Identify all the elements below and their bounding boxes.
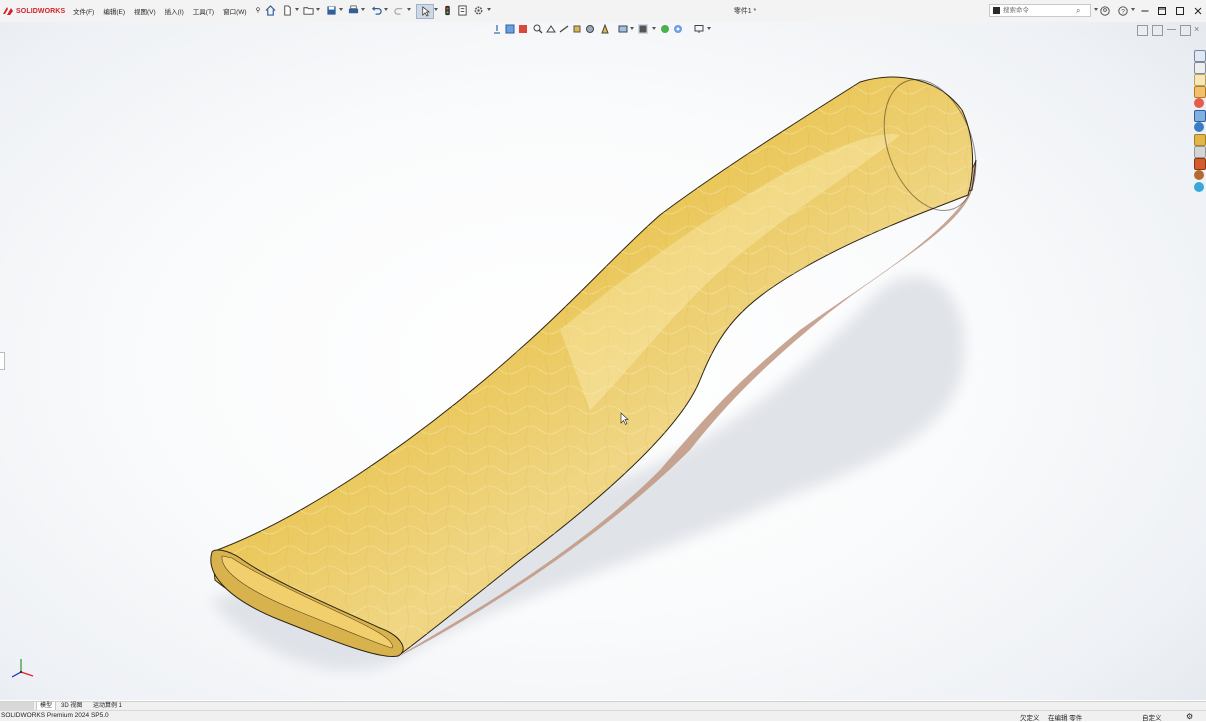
zoom-to-fit-icon[interactable] [492,24,502,34]
view-orientation-icon[interactable] [559,24,569,34]
monitor-icon[interactable] [694,24,704,34]
save-icon[interactable] [325,4,338,17]
rebuild-traffic-light-icon[interactable] [441,4,454,17]
select-dropdown-caret[interactable] [434,8,438,11]
edit-appearance-icon[interactable] [600,24,610,34]
view-settings-dropdown-caret[interactable] [652,27,656,30]
search-icon[interactable]: ⌕ [1076,6,1080,16]
search-commands-box[interactable]: ⌕ [989,4,1091,17]
print-dropdown-caret[interactable] [361,8,365,11]
restore-icon[interactable] [1155,4,1169,18]
toolbox-icon[interactable] [1194,158,1206,170]
file-explorer-icon[interactable] [1194,86,1206,98]
redo-icon[interactable] [393,4,406,17]
units-custom[interactable]: 自定义 [1142,712,1162,722]
apply-scene-icon[interactable] [618,24,628,34]
redo-dropdown-caret[interactable] [407,8,411,11]
menu-window[interactable]: 窗口(W) [223,6,246,16]
menu-insert[interactable]: 插入(I) [165,6,184,16]
custom-properties-icon[interactable] [1194,134,1206,146]
menu-edit[interactable]: 编辑(E) [103,6,125,16]
section-view-icon[interactable] [533,24,543,34]
status-bar: SOLIDWORKS Premium 2024 SP5.0 欠定义 在编辑 零件… [0,710,1206,722]
undo-icon[interactable] [370,4,383,17]
task-pane [1193,46,1206,201]
save-dropdown-caret[interactable] [339,8,343,11]
product-version: SOLIDWORKS Premium 2024 SP5.0 [1,712,109,719]
new-document-icon[interactable] [281,4,294,17]
svg-text:?: ? [1121,9,1125,16]
solidworks-logo[interactable]: SOLIDWORKS [2,5,65,17]
minimize-icon[interactable] [1138,4,1152,18]
home-icon[interactable] [264,4,277,17]
viewport-tile-icon[interactable] [1137,25,1148,36]
feature-manager-collapse-handle[interactable] [0,352,5,370]
display-style-icon[interactable] [572,24,582,34]
brand-text: SOLIDWORKS [16,7,66,15]
menu-tools[interactable]: 工具(T) [193,6,214,16]
realview-icon[interactable] [660,24,670,34]
menu-view[interactable]: 视图(V) [134,6,156,16]
help-icon[interactable]: ? [1116,4,1130,18]
dynamic-annotation-icon[interactable] [546,24,556,34]
home-task-icon[interactable] [1194,50,1206,62]
axis-triad [11,659,34,678]
new-dropdown-caret[interactable] [295,8,299,11]
hide-show-items-icon[interactable] [585,24,595,34]
ds-logo-icon [3,7,13,15]
user-account-icon[interactable] [1098,4,1112,18]
viewport-restore-icon[interactable] [1152,25,1163,36]
open-folder-icon[interactable] [302,4,315,17]
help-dropdown-caret[interactable] [1131,8,1135,11]
viewport-close-icon[interactable]: × [1194,24,1199,34]
scene-dropdown-caret[interactable] [630,27,634,30]
part-model[interactable] [0,22,1206,700]
solidworks-forum-icon[interactable] [1194,122,1204,132]
options-dropdown-caret[interactable] [487,8,491,11]
definition-state: 欠定义 [1020,715,1040,722]
viewport-maximize-icon[interactable] [1180,25,1191,36]
maximize-icon[interactable] [1173,4,1187,18]
undo-dropdown-caret[interactable] [384,8,388,11]
menu-bar: 文件(F) 编辑(E) 视图(V) 插入(I) 工具(T) 窗口(W) ⚲ [73,6,260,16]
open-dropdown-caret[interactable] [316,8,320,11]
resources-icon[interactable] [1194,62,1206,74]
view-palette-icon[interactable] [1194,98,1204,108]
options-gear-icon[interactable] [472,4,485,17]
monitor-dropdown-caret[interactable] [707,27,711,30]
design-library-icon[interactable] [1194,74,1206,86]
zoom-area-icon[interactable] [505,24,515,34]
view-settings-icon[interactable] [638,24,648,34]
search-input[interactable] [1003,6,1073,15]
markup-icon[interactable] [1194,182,1204,192]
menu-file[interactable]: 文件(F) [73,6,94,16]
editing-state: 在编辑 零件 [1048,715,1083,722]
search-command-icon [993,7,1000,14]
previous-view-icon[interactable] [518,24,528,34]
3dexperience-icon[interactable] [1194,146,1206,158]
decals-icon[interactable] [1194,170,1204,180]
appearances-icon[interactable] [1194,110,1206,122]
title-bar: SOLIDWORKS 文件(F) 编辑(E) 视图(V) 插入(I) 工具(T)… [0,0,1206,23]
print-icon[interactable] [347,4,360,17]
file-properties-icon[interactable] [456,4,469,17]
pin-icon[interactable]: ⚲ [256,6,261,16]
render-tools-icon[interactable] [673,24,683,34]
graphics-area[interactable] [0,22,1206,700]
viewport-minimize-icon[interactable] [1167,29,1176,30]
select-arrow-icon[interactable] [416,4,434,19]
close-icon[interactable] [1191,4,1205,18]
document-title: 零件1 * [733,8,757,15]
